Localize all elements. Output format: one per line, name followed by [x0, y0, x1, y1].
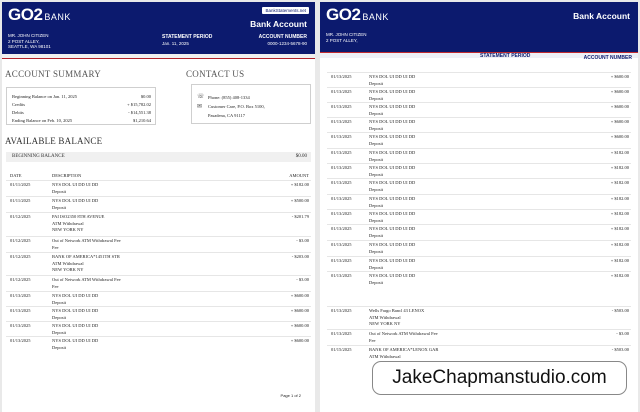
transaction-row: 01/13/2025 NYS DOL UI DD UI DD Deposit + $6… — [327, 102, 631, 117]
site-badge: BankStatements.net — [262, 7, 309, 14]
contact-us-title: CONTACT US — [186, 69, 245, 79]
account-number-label: ACCOUNT NUMBER — [258, 34, 307, 40]
transaction-row: 01/13/2025 NYS DOL UI DD UI DD Deposit + $1… — [327, 271, 631, 286]
transaction-row: 01/12/2025 PAI ISO2350 8TH AVENUE ATM With… — [6, 212, 311, 234]
transaction-row: 01/13/2025 NYS DOL UI DD UI DD Deposit + $1… — [327, 240, 631, 255]
phone-icon: ☏ — [197, 94, 205, 100]
bank-logo: GO2 BANK — [8, 5, 71, 24]
account-summary-box: Beginning Balance on Jan. 11, 2025 $0.00 … — [6, 87, 156, 125]
statement-page-1: GO2 BANK BankStatements.net Bank Account … — [2, 2, 315, 412]
contact-box: ☏ Phone: (855) 408-1334 ✉ Customer Care,… — [191, 84, 311, 124]
summary-row: Beginning Balance on Jan. 11, 2025 $0.00 — [12, 94, 151, 99]
transaction-row: 01/13/2025 NYS DOL UI DD UI DD Deposit + $6… — [6, 336, 311, 351]
period-label: STATEMENT PERIOD — [480, 53, 531, 59]
transaction-row: 01/13/2025 NYS DOL UI DD UI DD Deposit + $6… — [6, 321, 311, 336]
transaction-row: 01/13/2025 NYS DOL UI DD UI DD Deposit + $6… — [327, 87, 631, 102]
transaction-row: 01/15/2025 BANK OF AMERICA*LENOX GAR ATM W… — [327, 345, 631, 360]
customer-address: MR. JOHN CITIZEN 2 POST ALLEY, — [326, 32, 367, 43]
contact-city: Pasadena, CA 91117 — [208, 113, 246, 118]
transaction-row: 01/12/2025 Out of Network ATM Withdrawal … — [6, 275, 311, 290]
transaction-row: 01/11/2025 NYS DOL UI DD UI DD Deposit + $5… — [6, 196, 311, 211]
header-divider: STATEMENT PERIOD ACCOUNT NUMBER — [320, 52, 638, 61]
transaction-row: 01/13/2025 Out of Network ATM Withdrawal … — [327, 329, 631, 344]
statement-header: GO2 BANK Bank Account MR. JOHN CITIZEN 2 … — [320, 2, 638, 52]
statement-page-2: GO2 BANK Bank Account MR. JOHN CITIZEN 2 … — [320, 2, 638, 412]
transaction-row: 01/13/2025 NYS DOL UI DD UI DD Deposit + $1… — [327, 163, 631, 178]
transaction-row: 01/13/2025 NYS DOL UI DD UI DD Deposit + $6… — [327, 117, 631, 132]
transaction-row: 01/13/2025 NYS DOL UI DD UI DD Deposit + $1… — [327, 209, 631, 224]
watermark-label: JakeChapmanstudio.com — [372, 361, 627, 395]
account-summary-title: ACCOUNT SUMMARY — [5, 69, 102, 79]
transactions-header: DATE DESCRIPTION AMOUNT — [10, 173, 309, 178]
transaction-row: 01/13/2025 NYS DOL UI DD UI DD Deposit + $1… — [327, 224, 631, 239]
mail-icon: ✉ — [197, 104, 203, 110]
summary-row: Ending Balance on Feb. 10, 2025 $1,210.64 — [12, 118, 151, 123]
transaction-row: 01/12/2025 Out of Network ATM Withdrawal … — [6, 236, 311, 251]
account-title: Bank Account — [573, 11, 630, 21]
transaction-row: 01/13/2025 NYS DOL UI DD UI DD Deposit + $6… — [327, 132, 631, 147]
period-value: Jan. 11, 2025 — [162, 41, 189, 46]
summary-row: Debits - $14,551.38 — [12, 110, 151, 115]
summary-row: Credits + $15,782.02 — [12, 102, 151, 107]
transaction-row: 01/13/2025 NYS DOL UI DD UI DD Deposit + $6… — [6, 306, 311, 321]
available-balance-title: AVAILABLE BALANCE — [5, 136, 103, 146]
transaction-row: 01/13/2025 NYS DOL UI DD UI DD Deposit + $1… — [327, 178, 631, 193]
transaction-row: 01/13/2025 NYS DOL UI DD UI DD Deposit + $1… — [327, 194, 631, 209]
account-number-label: ACCOUNT NUMBER — [583, 55, 632, 61]
account-title: Bank Account — [250, 19, 307, 29]
statement-header: GO2 BANK BankStatements.net Bank Account … — [2, 2, 315, 54]
header-divider — [2, 54, 315, 59]
transaction-row: 01/11/2025 NYS DOL UI DD UI DD Deposit + $1… — [6, 180, 311, 195]
contact-care: Customer Care, P.O. Box 5100, — [208, 104, 265, 109]
bank-logo: GO2 BANK — [326, 5, 389, 24]
transaction-row: 01/13/2025 NYS DOL UI DD UI DD Deposit + $1… — [327, 148, 631, 163]
transaction-row: 01/13/2025 NYS DOL UI DD UI DD Deposit + $1… — [327, 256, 631, 271]
contact-phone: Phone: (855) 408-1334 — [208, 95, 250, 100]
beginning-balance-row: BEGINNING BALANCE $0.00 — [6, 152, 311, 162]
account-number-value: 0000-1234-5678-90 — [267, 41, 307, 46]
transaction-row: 01/13/2025 NYS DOL UI DD UI DD Deposit + $6… — [6, 291, 311, 306]
period-label: STATEMENT PERIOD — [162, 34, 213, 40]
transaction-row: 01/13/2025 Wells Fargo Bancl 43 LENOX ATM … — [327, 306, 631, 328]
page-number: Page 1 of 2 — [280, 393, 301, 398]
transaction-row: 01/13/2025 NYS DOL UI DD UI DD Deposit + $6… — [327, 72, 631, 87]
customer-address: MR. JOHN CITIZEN 2 POST ALLEY, SEATTLE, … — [8, 33, 51, 49]
transaction-row: 01/12/2025 BANK OF AMERICA*1451TH STR ATM … — [6, 252, 311, 274]
